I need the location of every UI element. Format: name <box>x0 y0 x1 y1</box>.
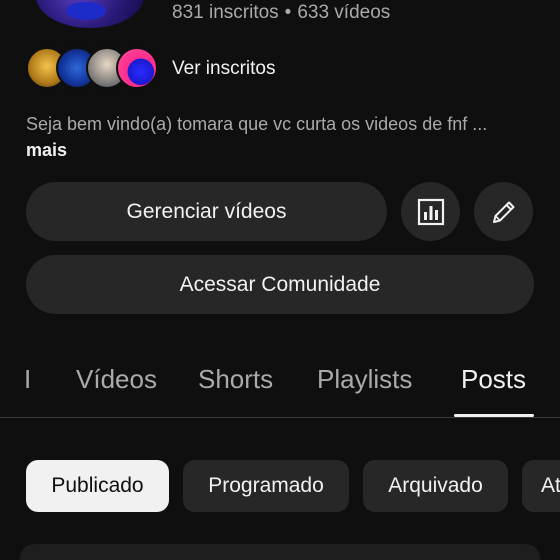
filter-chip-partial[interactable]: At <box>522 460 560 512</box>
active-tab-indicator <box>454 414 534 417</box>
analytics-button[interactable] <box>401 182 460 241</box>
channel-tabs: I Vídeos Shorts Playlists Posts <box>0 342 560 418</box>
manage-videos-label: Gerenciar vídeos <box>126 199 287 223</box>
tab-partial[interactable]: I <box>24 364 30 395</box>
channel-description[interactable]: Seja bem vindo(a) tomara que vc curta os… <box>26 114 536 135</box>
tab-shorts[interactable]: Shorts <box>198 364 273 395</box>
filter-chip-label: Programado <box>208 474 324 497</box>
access-community-button[interactable]: Acessar Comunidade <box>26 255 534 314</box>
stats-separator: • <box>284 2 292 23</box>
tab-videos[interactable]: Vídeos <box>76 364 157 395</box>
subscriber-avatar <box>116 47 158 89</box>
edit-channel-button[interactable] <box>474 182 533 241</box>
channel-avatar[interactable] <box>36 0 144 28</box>
view-subscribers-link[interactable]: Ver inscritos <box>172 58 275 80</box>
analytics-icon <box>417 198 444 225</box>
manage-videos-button[interactable]: Gerenciar vídeos <box>26 182 387 241</box>
filter-chip-label: Publicado <box>51 474 144 497</box>
access-community-label: Acessar Comunidade <box>179 272 381 296</box>
filter-chip-archived[interactable]: Arquivado <box>363 460 508 512</box>
video-count: 633 vídeos <box>297 2 391 23</box>
tab-playlists[interactable]: Playlists <box>317 364 412 395</box>
channel-stats: 831 inscritos • 633 vídeos <box>172 2 390 24</box>
description-more-link[interactable]: mais <box>26 140 67 161</box>
filter-chip-label: At <box>541 474 560 497</box>
subscriber-count: 831 inscritos <box>172 2 279 23</box>
filter-chip-label: Arquivado <box>388 474 483 497</box>
subscriber-avatars[interactable] <box>26 46 158 90</box>
tab-posts[interactable]: Posts <box>461 364 526 395</box>
pencil-icon <box>492 201 514 223</box>
filter-chip-published[interactable]: Publicado <box>26 460 169 512</box>
filter-chip-scheduled[interactable]: Programado <box>183 460 349 512</box>
post-card[interactable] <box>20 544 540 560</box>
